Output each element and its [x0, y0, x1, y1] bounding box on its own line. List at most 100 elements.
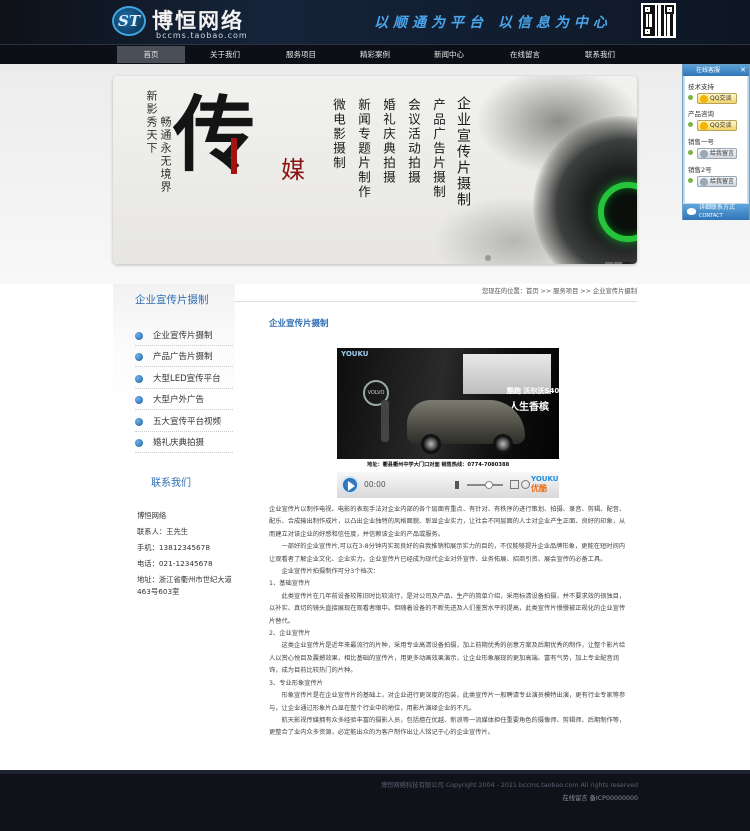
contact-title: 联系我们	[151, 478, 191, 489]
bullet-icon	[135, 332, 143, 340]
qq-message-button[interactable]: 给我留言	[697, 176, 737, 187]
wheel-icon	[421, 434, 441, 454]
banner-service-col: 产品广告片摄制	[431, 98, 446, 200]
nav-home[interactable]: 首页	[117, 46, 185, 63]
sidebar-item-outdoor-ad[interactable]: 大型户外广告	[135, 390, 233, 410]
qq-group-label: 产品咨询	[688, 110, 714, 118]
status-dot-icon	[688, 122, 693, 127]
qq-chat-button[interactable]: QQ交谈	[697, 120, 737, 131]
sidebar-item-wedding[interactable]: 婚礼庆典拍摄	[135, 433, 233, 453]
nav-services[interactable]: 服务项目	[267, 46, 335, 63]
contact-mobile: 手机：13812345678	[137, 543, 210, 552]
qq-penguin-icon	[700, 122, 708, 130]
banner-red-stroke	[231, 138, 237, 174]
qq-group-label: 销售2号	[688, 166, 712, 174]
qq-penguin-icon	[700, 95, 708, 103]
qq-group-label: 技术支持	[688, 83, 714, 91]
youku-watermark: YOUKU	[341, 350, 369, 358]
banner-vertical-text: 畅通永无境界	[159, 116, 172, 194]
contact-address: 地址：浙江省衢州市世纪大道463号603室	[137, 575, 232, 596]
contact-company: 博恒网络	[137, 511, 167, 520]
model-figure	[381, 400, 389, 442]
nav-message[interactable]: 在线留言	[491, 46, 559, 63]
youku-logo-cn: 优酷	[531, 484, 547, 493]
settings-icon[interactable]	[521, 480, 530, 489]
main-content: 您现在的位置：首页 >> 服务项目 >> 企业宣传片摄制 企业宣传片摄制 YOU…	[235, 284, 637, 770]
main-nav: 首页 关于我们 服务项目 精彩案例 新闻中心 在线留言 联系我们	[0, 44, 750, 64]
breadcrumb[interactable]: 您现在的位置：首页 >> 服务项目 >> 企业宣传片摄制	[482, 286, 637, 295]
qq-penguin-icon	[700, 150, 708, 158]
wheel-icon	[493, 434, 513, 454]
site-logo[interactable]: ST 博恒网络 bccms.taobao.com	[112, 3, 262, 41]
qq-chat-button[interactable]: QQ交谈	[697, 93, 737, 104]
online-service-panel: 在线客服 ✕ 技术支持 QQ交谈 产品咨询 QQ交谈 销售一号 给我留言 销售2…	[682, 64, 750, 220]
qq-message-button[interactable]: 给我留言	[697, 148, 737, 159]
online-service-title: 在线客服	[696, 67, 721, 74]
youku-logo-text: YOUKU	[531, 475, 559, 483]
bullet-icon	[135, 396, 143, 404]
footer-links[interactable]: 在线留言 备ICP00000000	[562, 793, 638, 802]
article-heading: 3、专业形象宣传片	[269, 679, 323, 687]
status-dot-icon	[688, 150, 693, 155]
play-button-icon[interactable]	[341, 476, 359, 494]
article-paragraph: 航天影视传媒拥有众多经验丰富的摄影人员，包括擅在优越、新浪等一流媒体担任重要角色…	[269, 716, 626, 737]
slide-dot-active[interactable]	[623, 262, 631, 264]
nav-contact[interactable]: 联系我们	[566, 46, 634, 63]
article-paragraph: 此类宣传片在几年前设备较陈旧时比较流行，是对公司及产品、生产的简单介绍，采用标清…	[269, 592, 626, 625]
banner-red-char: 媒	[281, 156, 305, 184]
bullet-icon	[135, 375, 143, 383]
sidebar-title: 企业宣传片摄制	[135, 294, 209, 306]
status-dot-icon	[688, 178, 693, 183]
contact-link-sublabel: CONTACT	[699, 213, 723, 219]
site-header: ST 博恒网络 bccms.taobao.com 以顺通为平台 以信息为中心	[0, 0, 750, 44]
left-sidebar: 企业宣传片摄制 企业宣传片摄制 产品广告片摄制 大型LED宣传平台 大型户外广告…	[113, 284, 235, 624]
banner-service-col: 新闻专题片制作	[356, 98, 371, 200]
banner-big-char: 传	[173, 87, 256, 183]
nav-cases[interactable]: 精彩案例	[341, 46, 409, 63]
article-paragraph: 企业宣传片以制作电视、电影的表现手法对企业内部的各个层面有重点、有针对、有秩序的…	[269, 506, 626, 538]
youku-logo[interactable]: YOUKU 优酷	[531, 475, 558, 493]
close-icon[interactable]: ✕	[740, 65, 746, 76]
bullet-icon	[135, 439, 143, 447]
status-dot-icon	[688, 95, 693, 100]
banner-pager-dot[interactable]	[485, 255, 491, 261]
ad-address-strip: 地址：衢县衢州中学大门口对面 销售热线：0774-7080388	[337, 459, 559, 472]
video-screen[interactable]: YOUKU VOLVO 酷跑 沃尔沃S40 人生香槟 地址：衢县衢州中学大门口对…	[337, 348, 559, 472]
volume-icon[interactable]	[455, 481, 463, 489]
contact-details-link[interactable]: 详细联系方式 CONTACT	[683, 204, 749, 220]
chat-bubble-icon	[687, 208, 696, 215]
nav-news[interactable]: 新闻中心	[415, 46, 483, 63]
logo-url: bccms.taobao.com	[156, 31, 248, 40]
qq-group-label: 销售一号	[688, 138, 714, 146]
sidebar-item-platform-video[interactable]: 五大宣传平台视频	[135, 412, 233, 432]
sidebar-item-product-ad[interactable]: 产品广告片摄制	[135, 347, 233, 367]
video-player[interactable]: YOUKU VOLVO 酷跑 沃尔沃S40 人生香槟 地址：衢县衢州中学大门口对…	[337, 348, 559, 498]
banner-slide-indicators	[604, 254, 631, 264]
page-title: 企业宣传片摄制	[269, 319, 329, 329]
qq-penguin-icon	[700, 178, 708, 186]
slide-dot[interactable]	[614, 262, 622, 264]
slide-dot[interactable]	[605, 262, 613, 264]
banner-service-col: 企业宣传片摄制	[455, 96, 471, 208]
divider	[235, 301, 637, 302]
qr-code-icon	[641, 3, 676, 38]
article-paragraph: 形象宣传片是在企业宣传片的基础上，对企业进行更深度的包装，此类宣传片一般聘请专业…	[269, 692, 626, 712]
banner-slide[interactable]: 新影秀天下 畅通永无境界 传 媒 微电影摄制 新闻专题片制作 婚礼庆典拍摄 会议…	[113, 76, 637, 264]
player-controls: 00:00 YOUKU 优酷	[337, 472, 559, 498]
ad-headline: 酷跑 沃尔沃S40	[507, 387, 559, 395]
copyright-text: 博恒网络科技有限公司 Copyright 2004 - 2021 bccms.t…	[380, 782, 638, 789]
article-heading: 2、企业宣传片	[269, 630, 311, 638]
volume-knob[interactable]	[485, 481, 493, 489]
contact-phone: 电话：021-12345678	[137, 559, 213, 568]
fullscreen-icon[interactable]	[510, 480, 519, 489]
nav-about[interactable]: 关于我们	[191, 46, 259, 63]
banner-service-col: 会议活动拍摄	[406, 98, 421, 185]
contact-person: 联系人：王先生	[137, 527, 189, 536]
article-paragraph: 企业宣传片拍摄制作可分3个档次：	[281, 568, 380, 576]
sidebar-item-led[interactable]: 大型LED宣传平台	[135, 369, 233, 389]
online-service-body: 技术支持 QQ交谈 产品咨询 QQ交谈 销售一号 给我留言 销售2号 给我留言	[685, 76, 747, 203]
bullet-icon	[135, 353, 143, 361]
banner-service-col: 微电影摄制	[331, 98, 346, 171]
sidebar-item-promo-video[interactable]: 企业宣传片摄制	[135, 326, 233, 346]
logo-badge-icon: ST	[112, 6, 146, 36]
